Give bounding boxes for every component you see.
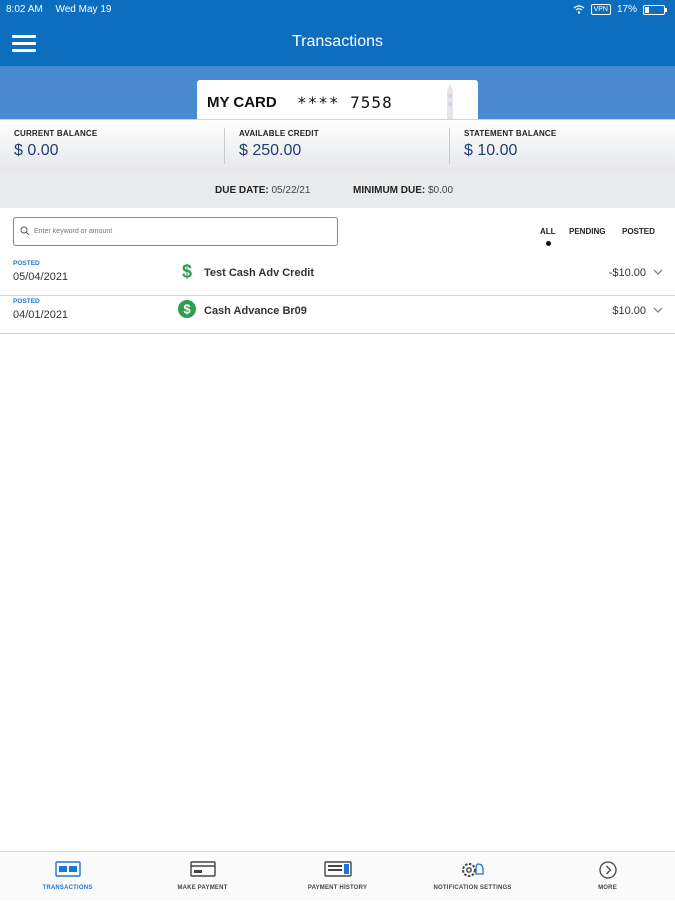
available-credit-label: AVAILABLE CREDIT (239, 129, 319, 138)
minimum-due: MINIMUM DUE: $0.00 (353, 185, 453, 196)
card-selector[interactable]: MY CARD **** 7558 (197, 80, 478, 122)
wifi-icon (573, 5, 584, 14)
tab-label: MORE (598, 885, 617, 891)
nav-bar: Transactions (0, 20, 675, 66)
transaction-description: Cash Advance Br09 (204, 305, 307, 317)
search-icon (20, 226, 30, 236)
card-tower-graphic (447, 83, 453, 120)
tab-payment-history[interactable]: PAYMENT HISTORY (270, 852, 405, 901)
settings-icon (461, 863, 484, 877)
transaction-description: Test Cash Adv Credit (204, 267, 315, 279)
svg-text:$: $ (182, 262, 192, 280)
divider (224, 128, 225, 164)
due-info-bar: DUE DATE: 05/22/21 MINIMUM DUE: $0.00 (0, 172, 675, 208)
transaction-row[interactable]: POSTED 04/01/2021 $ Cash Advance Br09 $1… (0, 296, 675, 334)
tab-label: TRANSACTIONS (42, 885, 93, 891)
bottom-tab-bar: TRANSACTIONS MAKE PAYMENT PAYMENT HISTOR… (0, 851, 675, 900)
filter-all[interactable]: ALL (540, 227, 556, 236)
tab-label: MAKE PAYMENT (177, 885, 228, 891)
divider (449, 128, 450, 164)
search-input[interactable] (34, 222, 332, 241)
chevron-down-icon[interactable] (653, 306, 663, 314)
svg-text:$: $ (183, 302, 191, 317)
card-icon (54, 861, 81, 877)
battery-icon (643, 4, 667, 15)
vpn-badge: VPN (590, 4, 611, 15)
card-number: **** 7558 (297, 93, 393, 112)
balances-panel: CURRENT BALANCE $ 0.00 AVAILABLE CREDIT … (0, 119, 675, 172)
statement-balance: STATEMENT BALANCE $ 10.00 (464, 129, 556, 160)
transaction-date: 04/01/2021 (13, 309, 69, 321)
transaction-status: POSTED (13, 298, 40, 305)
tab-label: PAYMENT HISTORY (307, 885, 368, 891)
transaction-status: POSTED (13, 260, 40, 267)
minimum-due-label: MINIMUM DUE: (353, 185, 426, 196)
status-date: Wed May 19 (55, 4, 112, 15)
current-balance-label: CURRENT BALANCE (14, 129, 98, 138)
status-time: 8:02 AM (6, 4, 43, 15)
statement-balance-label: STATEMENT BALANCE (464, 129, 557, 138)
tab-transactions[interactable]: TRANSACTIONS (0, 852, 135, 901)
due-date: DUE DATE: 05/22/21 (215, 185, 310, 196)
tab-more[interactable]: MORE (540, 852, 675, 901)
more-icon (598, 861, 617, 879)
tab-label: NOTIFICATION SETTINGS (433, 885, 512, 891)
available-credit: AVAILABLE CREDIT $ 250.00 (239, 129, 319, 160)
transaction-date: 05/04/2021 (13, 271, 69, 283)
tab-notification-settings[interactable]: NOTIFICATION SETTINGS (405, 852, 540, 901)
transaction-amount: -$10.00 (608, 267, 646, 279)
history-icon (323, 861, 352, 877)
current-balance-value: $ 0.00 (14, 142, 59, 159)
dollar-icon: $ (182, 262, 192, 280)
battery-percent: 17% (616, 4, 637, 15)
due-date-label: DUE DATE: (215, 185, 269, 196)
statement-balance-value: $ 10.00 (464, 142, 518, 159)
card-name: MY CARD (207, 94, 277, 111)
dollar-circle-icon: $ (178, 300, 196, 318)
chevron-down-icon[interactable] (653, 268, 663, 276)
transaction-amount: $10.00 (612, 305, 646, 317)
transaction-row[interactable]: POSTED 05/04/2021 $ Test Cash Adv Credit… (0, 258, 675, 296)
tab-make-payment[interactable]: MAKE PAYMENT (135, 852, 270, 901)
payment-card-icon (189, 861, 216, 877)
available-credit-value: $ 250.00 (239, 142, 302, 159)
current-balance: CURRENT BALANCE $ 0.00 (14, 129, 97, 160)
page-title: Transactions (292, 33, 383, 50)
status-bar: 8:02 AM Wed May 19 VPN 17% (0, 0, 675, 20)
filter-posted[interactable]: POSTED (622, 227, 655, 236)
due-date-value: 05/22/21 (271, 185, 311, 196)
filter-pending[interactable]: PENDING (569, 227, 605, 236)
minimum-due-value: $0.00 (428, 185, 454, 196)
search-box[interactable] (13, 217, 338, 246)
selected-filter-indicator (546, 241, 551, 246)
